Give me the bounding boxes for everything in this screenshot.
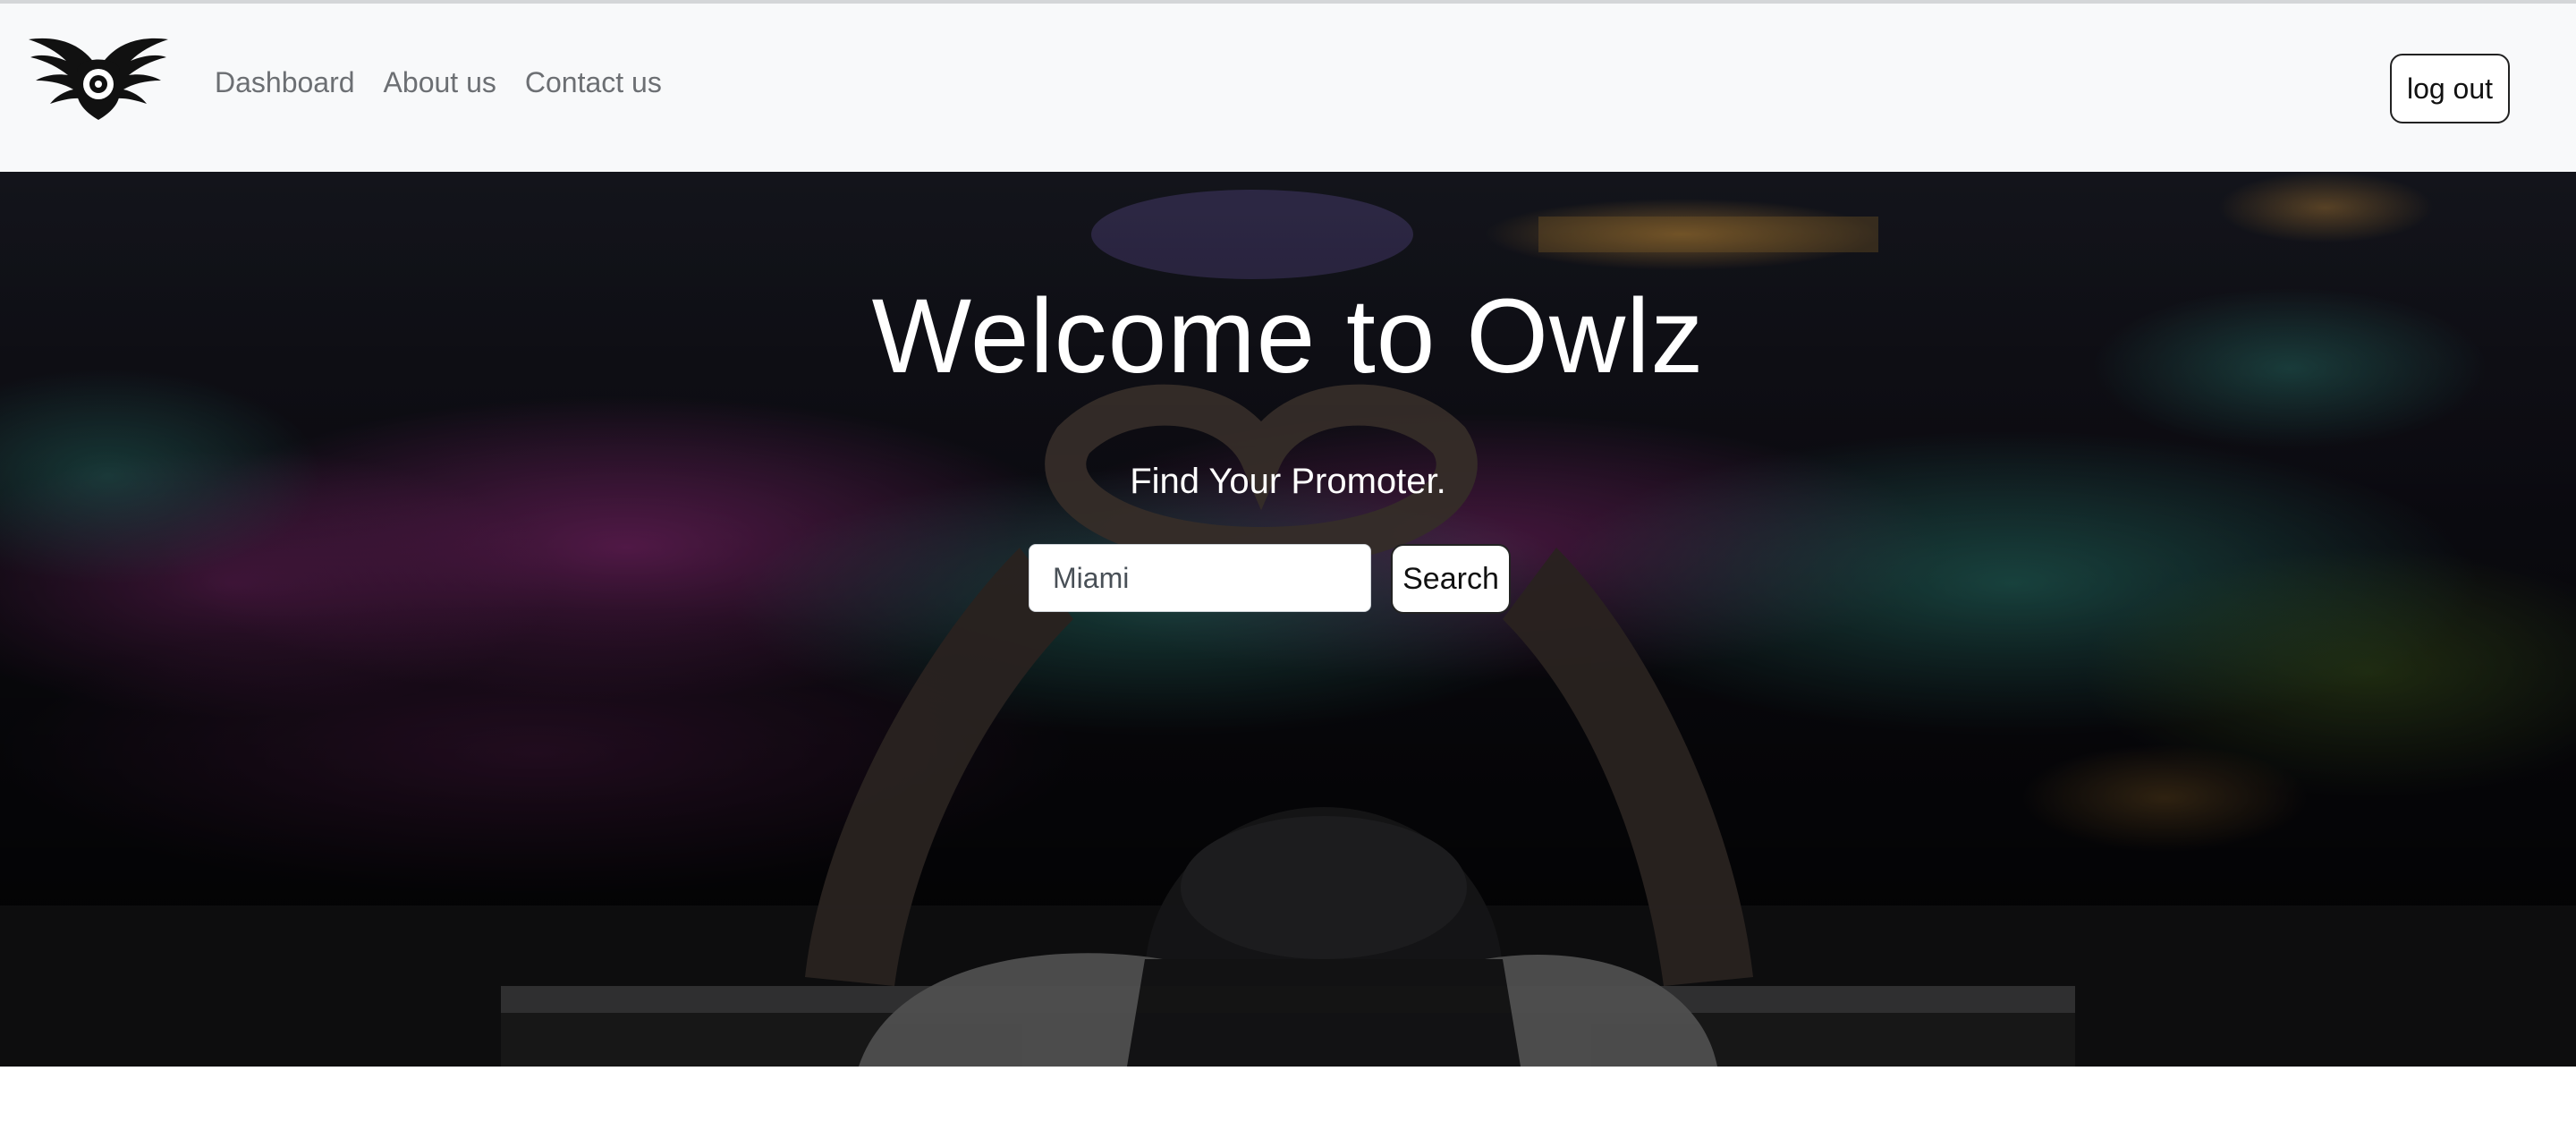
owl-wings-logo-icon[interactable] (27, 32, 170, 122)
nav-links: Dashboard About us Contact us (215, 68, 662, 97)
nav-link-contact-us[interactable]: Contact us (525, 68, 662, 97)
search-button[interactable]: Search (1391, 544, 1511, 614)
nav-link-about-us[interactable]: About us (384, 68, 496, 97)
hero-section: Welcome to Owlz Find Your Promoter. Sear… (0, 172, 2576, 1067)
hero-title: Welcome to Owlz (871, 277, 1705, 395)
logout-button[interactable]: log out (2390, 54, 2510, 123)
nav-link-dashboard[interactable]: Dashboard (215, 68, 355, 97)
hero-subtitle: Find Your Promoter. (1130, 462, 1446, 501)
search-input[interactable] (1029, 544, 1371, 612)
navbar: Dashboard About us Contact us log out (0, 4, 2576, 172)
